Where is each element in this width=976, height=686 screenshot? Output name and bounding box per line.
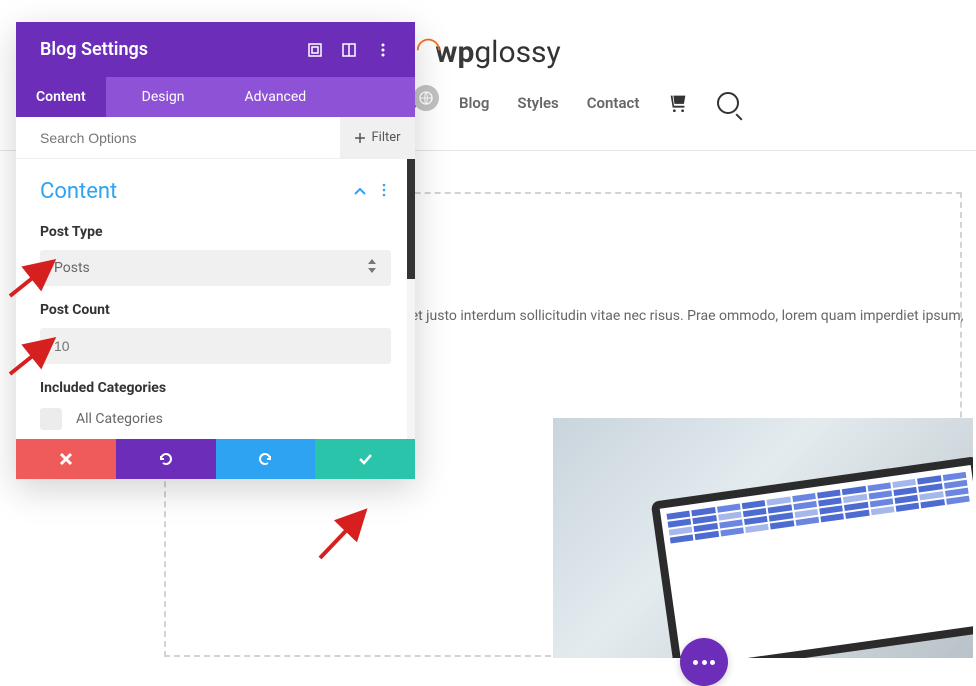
label-post-type: Post Type: [40, 224, 391, 240]
confirm-button[interactable]: [315, 439, 415, 479]
label-post-count: Post Count: [40, 302, 391, 318]
annotation-arrow-1: [6, 258, 58, 300]
blog-settings-panel: Blog Settings Content Design Advanced Fi…: [16, 22, 415, 479]
filter-label: Filter: [371, 130, 400, 145]
section-kebab-icon[interactable]: [377, 182, 391, 201]
select-caret-icon: [367, 259, 377, 277]
close-icon: [58, 451, 74, 467]
redo-icon: [257, 451, 273, 467]
tab-design[interactable]: Design: [112, 77, 215, 117]
search-input[interactable]: [16, 130, 340, 146]
annotation-arrow-3: [316, 508, 371, 563]
scrollbar-thumb[interactable]: [407, 159, 415, 279]
label-included-categories: Included Categories: [40, 380, 391, 396]
check-icon: [357, 451, 373, 467]
select-post-type[interactable]: Posts: [40, 250, 391, 286]
panel-body: Content Post Type Posts Post Count Incl: [16, 159, 415, 439]
post-featured-image: [553, 418, 973, 658]
logo-text-light: glossy: [474, 35, 560, 70]
nav-link-styles[interactable]: Styles: [517, 94, 558, 112]
panel-tabs: Content Design Advanced: [16, 77, 415, 117]
site-logo[interactable]: ◠ wpglossy: [415, 35, 561, 70]
plus-icon: [354, 132, 366, 144]
tab-advanced[interactable]: Advanced: [215, 77, 337, 117]
annotation-arrow-2: [6, 336, 58, 378]
field-post-count: Post Count: [40, 302, 391, 364]
nav-link-contact[interactable]: Contact: [587, 94, 640, 112]
cancel-button[interactable]: [16, 439, 116, 479]
globe-icon[interactable]: [413, 85, 439, 111]
field-included-categories: Included Categories All Categories Curre…: [40, 380, 391, 439]
logo-swoosh-icon: ◠: [415, 31, 441, 66]
panel-header: Blog Settings: [16, 22, 415, 77]
search-icon[interactable]: [717, 92, 739, 114]
nav-link-blog[interactable]: Blog: [459, 94, 489, 112]
search-row: Filter: [16, 117, 415, 159]
chevron-up-icon[interactable]: [353, 185, 367, 199]
filter-button[interactable]: Filter: [340, 117, 415, 159]
layout-icon[interactable]: [341, 42, 357, 58]
tab-content[interactable]: Content: [16, 77, 106, 117]
panel-scrollbar[interactable]: [407, 159, 415, 439]
input-post-count[interactable]: [40, 328, 391, 364]
section-title-content[interactable]: Content: [40, 179, 117, 204]
field-post-type: Post Type Posts: [40, 224, 391, 286]
dots-icon: [693, 660, 715, 665]
select-post-type-value: Posts: [54, 260, 90, 276]
undo-icon: [158, 451, 174, 467]
panel-title: Blog Settings: [40, 39, 148, 60]
cart-icon[interactable]: [667, 92, 689, 114]
undo-button[interactable]: [116, 439, 216, 479]
check-all-categories[interactable]: All Categories: [40, 408, 391, 430]
panel-footer: [16, 439, 415, 479]
check-label: All Categories: [76, 411, 163, 427]
kebab-menu-icon[interactable]: [375, 42, 391, 58]
checkbox-icon[interactable]: [40, 408, 62, 430]
fullscreen-icon[interactable]: [307, 42, 323, 58]
builder-fab-button[interactable]: [680, 638, 728, 686]
redo-button[interactable]: [216, 439, 316, 479]
